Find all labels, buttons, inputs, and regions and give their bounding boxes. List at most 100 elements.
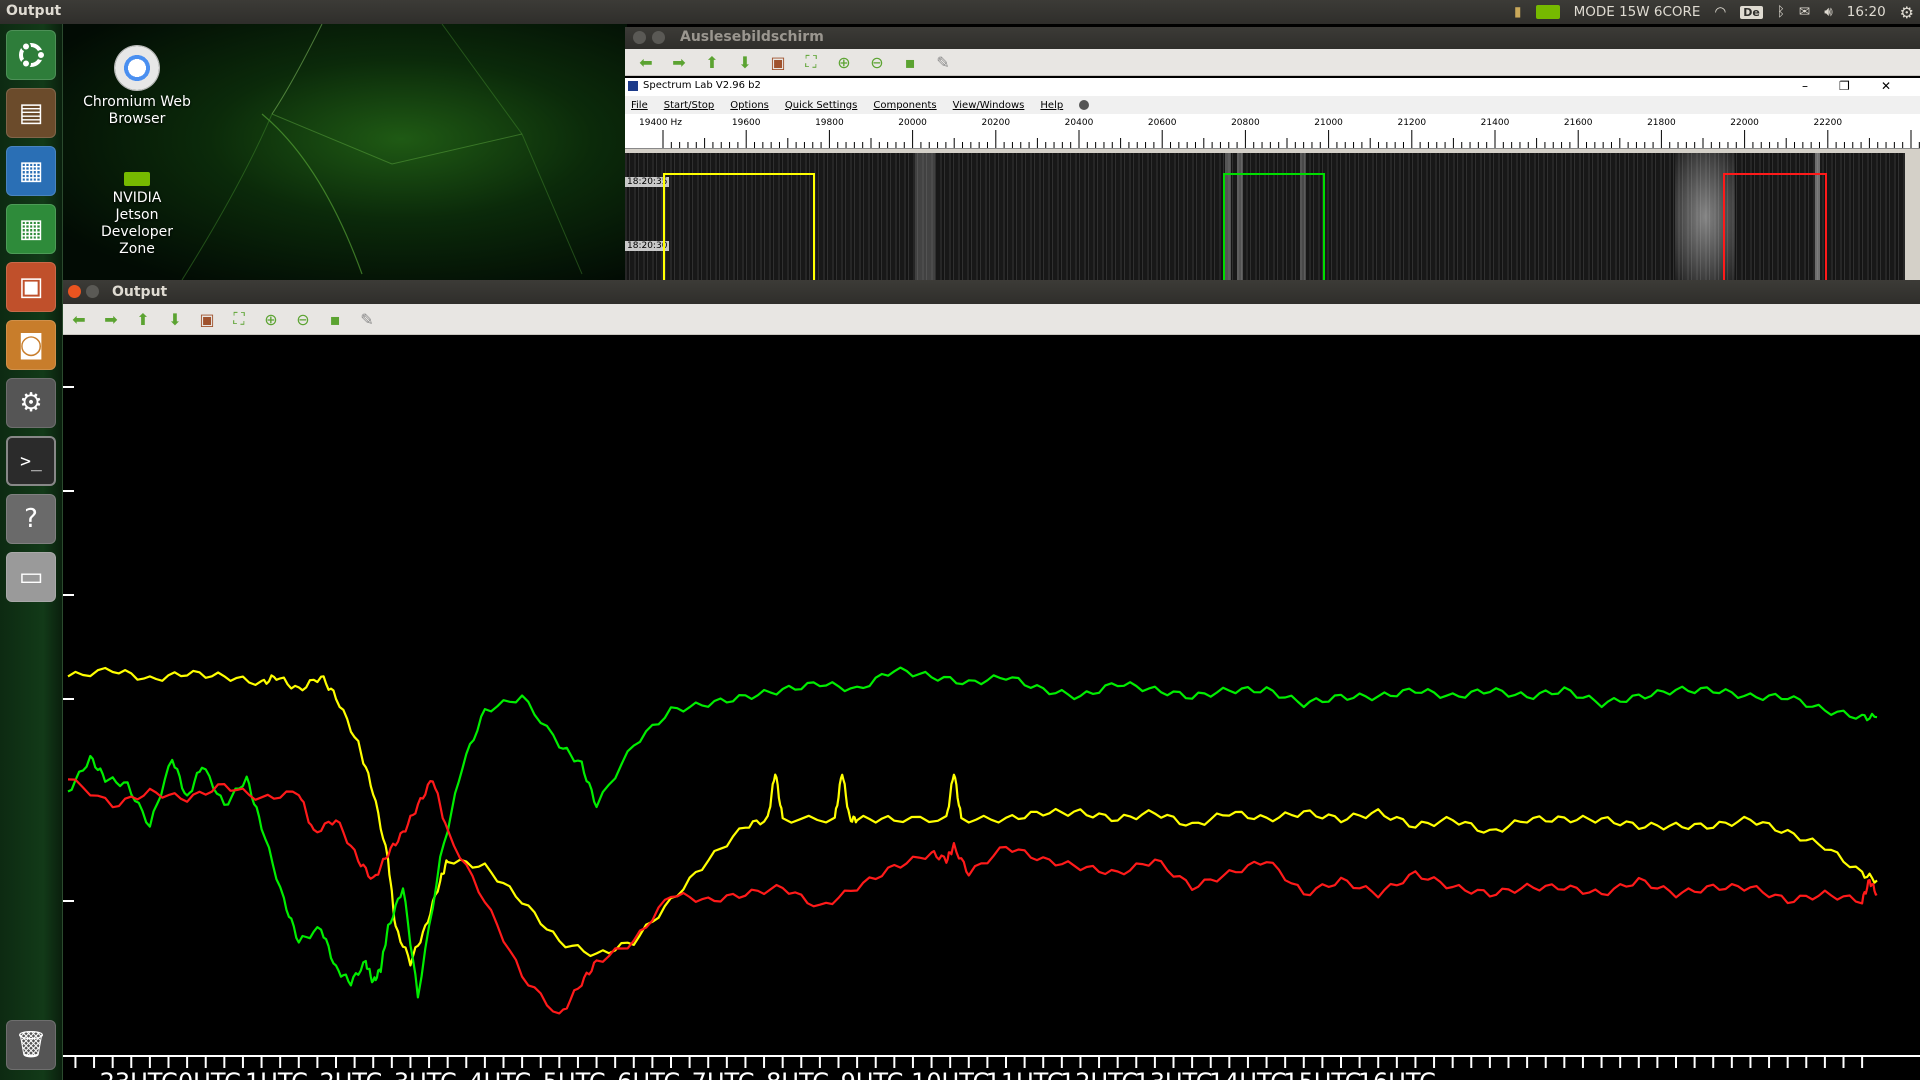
up-arrow-icon[interactable]: ⬆ [699,51,725,73]
back-arrow-icon[interactable]: ⬅ [633,51,659,73]
freq-tick-label: 21600 [1563,118,1593,128]
document-icon: ▦ [18,156,44,186]
close-button[interactable] [68,285,81,298]
freq-tick-label: 20400 [1064,118,1094,128]
x-tick-label: 14UTC [1209,1068,1287,1080]
x-tick-label: 0UTC [178,1068,241,1080]
desktop-icon-label: Chromium Web Browser [83,94,191,127]
menu-item-help[interactable]: Help [1040,100,1063,111]
power-mode-label[interactable]: MODE 15W 6CORE [1574,4,1701,20]
series-line-red [67,778,1878,1015]
menu-item-components[interactable]: Components [873,100,936,111]
launcher: ▤ ▦ ▦ ▣ ◙ ⚙ >_ ? ▭ 🗑︎ [0,24,63,1080]
red-selection-box[interactable] [1723,173,1827,280]
spectrum-viewer-title: Auslesebildschirm [680,29,824,45]
freq-tick-label: 21800 [1647,118,1676,128]
launcher-dash-home[interactable] [6,30,56,80]
forward-arrow-icon[interactable]: ➡ [666,51,692,73]
desktop-icon-nvidia-jetson[interactable]: NVIDIA Jetson Developer Zone [82,156,192,258]
freq-tick-label: 22000 [1730,118,1759,128]
menu-item-quick-settings[interactable]: Quick Settings [785,100,857,111]
desktop-icon-chromium[interactable]: Chromium Web Browser [82,46,192,128]
menu-item-start-stop[interactable]: Start/Stop [664,100,715,111]
freq-tick-label: 20000 [898,118,927,128]
minimize-button[interactable] [86,285,99,298]
save-icon[interactable]: ▪ [897,51,923,73]
minimize-button[interactable]: – [1802,79,1808,93]
forward-arrow-icon[interactable]: ➡ [98,308,124,330]
up-arrow-icon[interactable]: ⬆ [130,308,156,330]
x-tick-label: 2UTC [319,1068,382,1080]
spectrogram-waterfall[interactable]: 18:20:35 18:20:30 [625,153,1905,280]
nvidia-icon [102,156,172,188]
clock[interactable]: 16:20 [1847,4,1886,20]
ubuntu-logo-icon [19,41,46,69]
x-tick-label: 3UTC [394,1068,457,1080]
freq-tick-label: 19600 [731,118,761,128]
file-cabinet-icon: ▤ [18,98,44,128]
restore-button[interactable]: ❐ [1839,79,1850,93]
save-icon[interactable]: ▪ [322,308,348,330]
wifi-icon[interactable]: ◠ [1714,4,1726,20]
fit-view-icon[interactable]: ⛶ [226,308,252,330]
launcher-system-settings[interactable]: ⚙ [6,378,56,428]
image-icon[interactable]: ▣ [765,51,791,73]
close-button[interactable]: ✕ [1881,79,1891,93]
bluetooth-icon[interactable]: ᛒ [1777,4,1785,20]
menu-item-options[interactable]: Options [730,100,769,111]
gear-icon[interactable]: ⚙ [1900,3,1914,22]
output-titlebar[interactable]: Output [62,280,1920,304]
desktop: Chromium Web Browser NVIDIA Jetson Devel… [62,24,627,280]
mail-icon[interactable]: ✉ [1799,4,1810,20]
record-indicator-icon[interactable] [1079,100,1090,110]
launcher-terminal[interactable]: >_ [6,436,56,486]
down-arrow-icon[interactable]: ⬇ [732,51,758,73]
zoom-out-icon[interactable]: ⊖ [290,308,316,330]
volume-icon[interactable]: 🔊︎ [1824,4,1833,20]
launcher-help[interactable]: ? [6,494,56,544]
x-tick-label: 11UTC [986,1068,1064,1080]
launcher-calc[interactable]: ▦ [6,204,56,254]
clipboard-icon[interactable]: ▮ [1514,4,1521,20]
x-tick-label: 15UTC [1283,1068,1361,1080]
x-tick-label: 16UTC [1358,1068,1436,1080]
fit-view-icon[interactable]: ⛶ [798,51,824,73]
trash-icon: 🗑︎ [14,1030,48,1060]
launcher-files[interactable]: ▤ [6,88,56,138]
zoom-in-icon[interactable]: ⊕ [258,308,284,330]
question-icon: ? [24,504,38,534]
launcher-drive[interactable]: ▭ [6,552,56,602]
launcher-software-center[interactable]: ◙ [6,320,56,370]
freq-tick-label: 21000 [1314,118,1343,128]
spectrum-viewer-toolbar: ⬅ ➡ ⬆ ⬇ ▣ ⛶ ⊕ ⊖ ▪ ✎ [625,49,1920,76]
launcher-writer[interactable]: ▦ [6,146,56,196]
spectrum-lab-titlebar[interactable]: Spectrum Lab V2.96 b2 – ❐ ✕ [625,76,1920,96]
x-tick-label: 7UTC [692,1068,755,1080]
zoom-out-icon[interactable]: ⊖ [864,51,890,73]
signal-strength-plot[interactable]: 23UTC0UTC 1UTC 2UTC 3UTC 4UTC 5UTC 6UTC 7UTC 8UT… [62,334,1920,1080]
x-tick-label: 5UTC [543,1068,606,1080]
spectrum-viewer-titlebar[interactable]: Auslesebildschirm [625,27,1920,49]
edit-icon[interactable]: ✎ [930,51,956,73]
green-selection-box[interactable] [1223,173,1325,280]
top-panel: Output ▮ MODE 15W 6CORE ◠ De ᛒ ✉ 🔊︎ 16:2… [0,0,1920,24]
presentation-icon: ▣ [18,272,44,302]
minimize-button[interactable] [652,31,665,44]
yellow-selection-box[interactable] [663,173,815,280]
freq-tick-label: 21400 [1480,118,1510,128]
image-icon[interactable]: ▣ [194,308,220,330]
x-tick-label: 1UTC [245,1068,308,1080]
menu-item-view-windows[interactable]: View/Windows [953,100,1025,111]
launcher-trash[interactable]: 🗑︎ [6,1020,56,1070]
keyboard-layout-indicator[interactable]: De [1740,5,1763,19]
active-app-title: Output [6,3,62,19]
close-button[interactable] [633,31,646,44]
down-arrow-icon[interactable]: ⬇ [162,308,188,330]
menu-item-file[interactable]: File [631,100,648,111]
nvidia-icon[interactable] [1535,5,1560,19]
launcher-impress[interactable]: ▣ [6,262,56,312]
gear-wrench-icon: ⚙ [19,388,43,418]
back-arrow-icon[interactable]: ⬅ [66,308,92,330]
edit-icon[interactable]: ✎ [354,308,380,330]
zoom-in-icon[interactable]: ⊕ [831,51,857,73]
